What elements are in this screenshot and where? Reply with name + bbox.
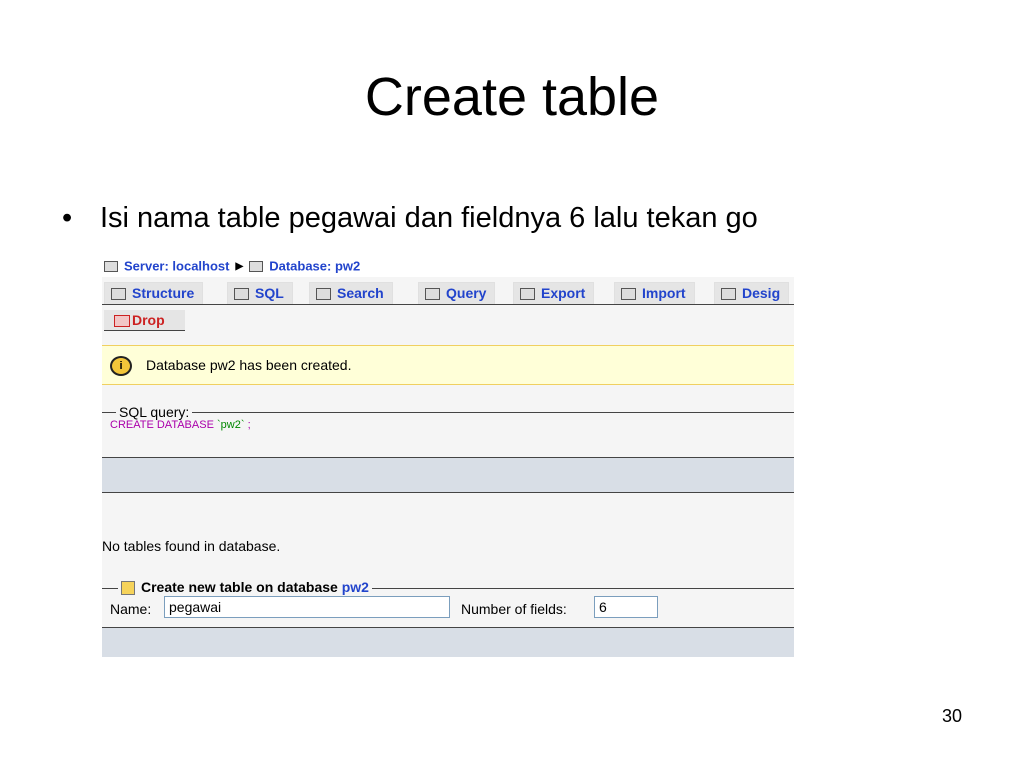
sql-query-text: CREATE DATABASE `pw2` ; [110, 419, 251, 431]
tab-structure[interactable]: Structure [104, 282, 204, 304]
drop-icon [114, 315, 130, 328]
table-name-input[interactable] [164, 596, 450, 618]
create-table-legend: Create new table on database pw2 [118, 578, 372, 596]
number-of-fields-input[interactable] [594, 596, 658, 618]
grey-band [102, 458, 794, 492]
drop-row: Drop [102, 310, 794, 332]
divider [102, 492, 794, 493]
info-icon: i [110, 356, 132, 377]
tab-export[interactable]: Export [513, 282, 595, 304]
sql-query-border [102, 412, 794, 413]
server-icon [104, 261, 118, 273]
breadcrumb-server[interactable]: Server: localhost [124, 259, 230, 274]
breadcrumb-database[interactable]: Database: pw2 [269, 259, 360, 274]
sql-keyword: CREATE DATABASE [110, 419, 214, 431]
tab-import-label: Import [642, 285, 686, 301]
import-icon [621, 288, 636, 301]
tab-export-label: Export [541, 285, 586, 301]
tab-sql-label: SQL [255, 285, 284, 301]
tab-designer-label: Desig [742, 285, 781, 301]
sql-terminator: ; [247, 419, 251, 431]
tab-drop[interactable]: Drop [104, 310, 185, 331]
grey-band-bottom [102, 628, 794, 657]
tab-designer[interactable]: Desig [714, 282, 790, 304]
success-notice: i Database pw2 has been created. [102, 345, 794, 385]
name-label: Name: [110, 601, 152, 617]
sql-string: `pw2` [216, 419, 245, 431]
notice-message: Database pw2 has been created. [146, 357, 352, 373]
structure-icon [111, 288, 126, 301]
tab-search[interactable]: Search [309, 282, 393, 304]
query-icon [425, 288, 440, 301]
export-icon [520, 288, 535, 301]
bullet-text: • Isi nama table pegawai dan fieldnya 6 l… [62, 198, 758, 238]
fields-label: Number of fields: [461, 601, 567, 617]
create-table-legend-text: Create new table on database [141, 579, 338, 595]
tab-sql[interactable]: SQL [227, 282, 293, 304]
sql-icon [234, 288, 249, 301]
tab-structure-label: Structure [132, 285, 195, 301]
phpmyadmin-screenshot: Server: localhost ▶ Database: pw2 Structur… [102, 255, 794, 657]
breadcrumb: Server: localhost ▶ Database: pw2 [102, 255, 794, 277]
bullet-label: Isi nama table pegawai dan fieldnya 6 la… [100, 202, 758, 234]
search-icon [316, 288, 331, 301]
tab-import[interactable]: Import [614, 282, 695, 304]
bullet-dot: • [62, 202, 73, 234]
tab-query-label: Query [446, 285, 487, 301]
tab-search-label: Search [337, 285, 384, 301]
tab-drop-label: Drop [132, 312, 165, 328]
tab-query[interactable]: Query [418, 282, 496, 304]
tab-bar: Structure SQL Search Query Export Import… [102, 282, 794, 305]
breadcrumb-arrow-icon: ▶ [235, 260, 244, 272]
designer-icon [721, 288, 736, 301]
no-tables-message: No tables found in database. [102, 538, 281, 554]
create-table-database-link[interactable]: pw2 [342, 579, 369, 595]
new-table-icon [121, 581, 135, 596]
database-icon [249, 261, 264, 273]
slide-title: Create table [364, 67, 660, 127]
page-number: 30 [941, 706, 962, 726]
